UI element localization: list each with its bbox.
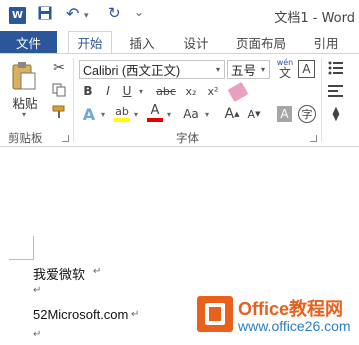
font-size-value: 五号 [231, 64, 257, 78]
shrink-font-button[interactable]: A ▼ [246, 105, 262, 123]
grow-font-arrow-icon: ▲ [234, 110, 240, 118]
paste-dropdown-icon[interactable]: ▾ [17, 109, 31, 119]
paste-button[interactable]: 粘贴 [8, 94, 42, 111]
tab-design[interactable]: 设计 [178, 31, 214, 53]
group-separator [73, 58, 74, 142]
tab-home[interactable]: 开始 [68, 31, 112, 53]
highlight-pen-icon: ab [115, 104, 129, 118]
word-app-icon[interactable]: W [9, 7, 26, 24]
char-border-icon[interactable]: A [298, 60, 315, 78]
clear-formatting-icon[interactable] [227, 81, 249, 103]
highlight-color-button[interactable]: ab [113, 103, 131, 123]
strikethrough-button[interactable]: abc [155, 83, 177, 99]
watermark-url: www.office26.com [238, 318, 351, 334]
superscript-button[interactable]: x² [204, 83, 222, 99]
phonetic-char-label: 文 [278, 66, 291, 80]
tab-page-layout[interactable]: 页面布局 [232, 31, 290, 53]
font-launcher-icon[interactable] [310, 135, 317, 142]
font-group-label: 字体 [176, 131, 199, 145]
office-logo-icon [197, 296, 233, 332]
tab-file[interactable]: 文件 [0, 31, 57, 53]
align-left-icon[interactable] [327, 83, 345, 99]
paragraph-mark: ↵ [93, 266, 102, 277]
highlight-dropdown-icon[interactable]: ▾ [132, 105, 140, 123]
site-watermark: Office教程网 www.office26.com [192, 292, 359, 340]
font-color-dropdown-icon[interactable]: ▾ [165, 105, 173, 123]
document-line-1[interactable]: 我爱微软 [33, 264, 85, 283]
font-name-dropdown-icon[interactable]: ▾ [212, 61, 224, 78]
paragraph-mark: ↵ [33, 329, 42, 340]
highlight-color-swatch [114, 117, 130, 122]
text-effects-icon[interactable]: A [80, 105, 98, 124]
undo-icon[interactable]: ↶ [66, 4, 79, 23]
font-color-button[interactable]: A [146, 103, 164, 123]
font-size-combo[interactable]: 五号 ▾ [227, 60, 270, 79]
redo-icon[interactable]: ↻ [108, 4, 121, 22]
shrink-font-letter: A [247, 107, 256, 121]
ribbon-tabs: 文件 开始 插入 设计 页面布局 引用 [0, 31, 359, 53]
font-color-letter-icon: A [150, 103, 160, 118]
title-bar: W ↶ ▾ ↻ ⌄ 文档1 - Word [0, 0, 359, 31]
underline-dropdown-icon[interactable]: ▾ [137, 83, 145, 99]
bullets-icon[interactable] [327, 60, 345, 76]
clipboard-group-label: 剪贴板 [8, 131, 43, 145]
change-case-dropdown-icon[interactable]: ▾ [203, 105, 211, 123]
group-separator [321, 58, 322, 142]
customize-toolbar-icon[interactable]: ⌄ [134, 5, 144, 19]
font-name-value: Calibri (西文正文) [83, 64, 181, 78]
ribbon: 粘贴 ▾ ✂ 剪贴板 Calibri (西文正文) ▾ 五号 ▾ wén 文 A… [0, 53, 359, 147]
format-painter-icon[interactable] [50, 104, 68, 120]
phonetic-guide-button[interactable]: wén 文 [275, 57, 295, 81]
document-line-2[interactable]: 52Microsoft.com [33, 307, 128, 322]
subscript-button[interactable]: x₂ [182, 83, 200, 99]
save-icon[interactable] [38, 6, 52, 24]
font-size-dropdown-icon[interactable]: ▾ [257, 61, 269, 78]
change-case-button[interactable]: Aa [180, 105, 202, 123]
char-shading-button[interactable]: A [277, 106, 292, 122]
enclose-characters-button[interactable]: 字 [298, 105, 316, 123]
underline-button[interactable]: U [119, 83, 135, 99]
grow-font-letter: A [224, 106, 235, 122]
font-color-swatch [147, 118, 163, 122]
paste-icon[interactable] [10, 60, 38, 92]
shrink-font-arrow-icon: ▼ [255, 110, 261, 118]
grow-font-button[interactable]: A ▲ [224, 105, 240, 123]
tab-references[interactable]: 引用 [306, 31, 346, 53]
margin-corner-mark [9, 259, 33, 260]
copy-icon[interactable] [50, 82, 68, 98]
cut-icon[interactable]: ✂ [50, 60, 68, 76]
paragraph-mark: ↵ [33, 285, 42, 296]
clipboard-launcher-icon[interactable] [62, 135, 69, 142]
tab-insert[interactable]: 插入 [124, 31, 160, 53]
text-effects-dropdown-icon[interactable]: ▾ [99, 105, 107, 123]
italic-button[interactable]: I [100, 83, 116, 99]
shading-icon[interactable]: ⧫ [327, 105, 345, 123]
paragraph-mark: ↵ [131, 309, 140, 320]
margin-corner-mark [33, 236, 34, 260]
window-title: 文档1 - Word [274, 11, 355, 26]
bold-button[interactable]: B [80, 83, 96, 99]
undo-dropdown-icon[interactable]: ▾ [84, 11, 89, 21]
font-name-combo[interactable]: Calibri (西文正文) ▾ [79, 60, 225, 79]
